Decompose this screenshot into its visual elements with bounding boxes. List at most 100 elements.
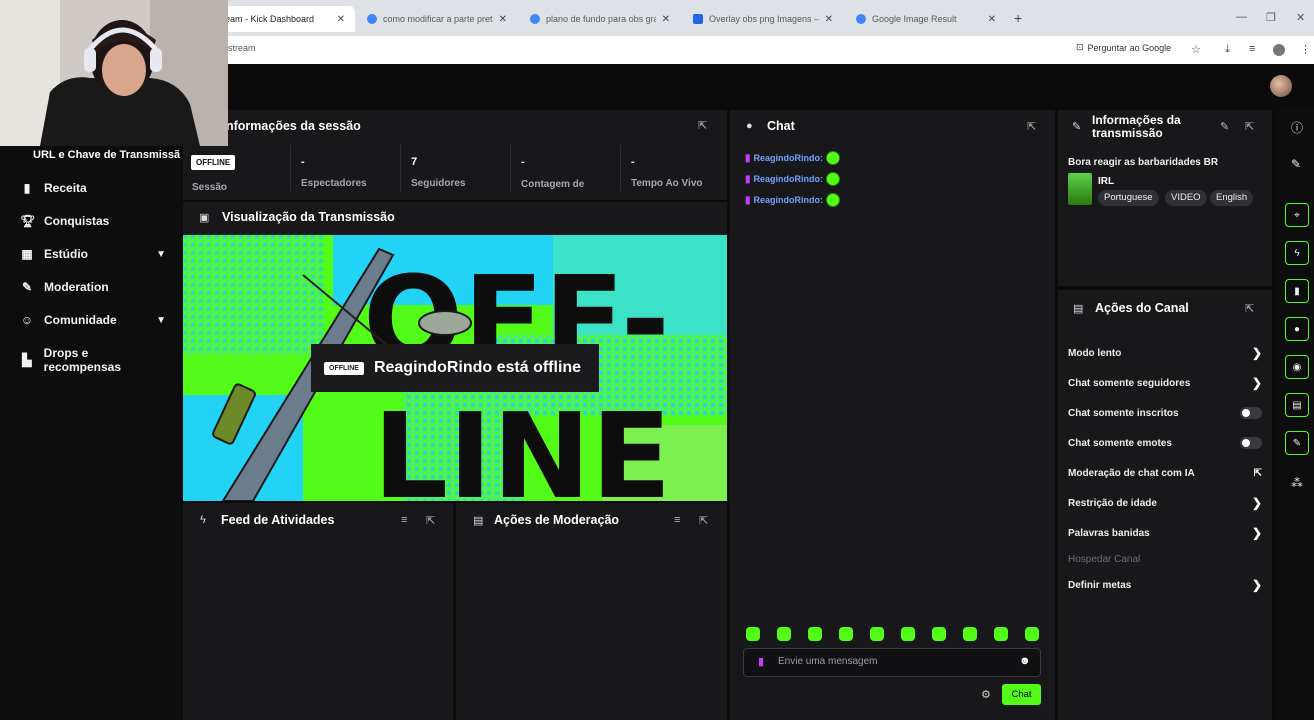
google-icon (530, 14, 540, 24)
emote-icon (826, 151, 841, 165)
info-icon[interactable]: ⓘ (1291, 119, 1303, 136)
new-tab-button[interactable]: + (1014, 10, 1022, 26)
expand-icon[interactable]: ⇱ (699, 514, 708, 527)
divider (510, 145, 511, 191)
chat-username[interactable]: ReagindoRindo: (754, 195, 824, 205)
category-thumbnail[interactable] (1068, 173, 1092, 205)
action-label: Moderação de chat com IA (1068, 467, 1195, 479)
menu-icon[interactable]: ⋮ (1300, 43, 1311, 56)
apps-icon[interactable]: ⁂ (1291, 476, 1303, 490)
broadcast-icon[interactable]: ◉ (1285, 355, 1309, 379)
category-name[interactable]: IRL (1098, 176, 1114, 187)
action-banned-words[interactable]: Palavras banidas ❯ (1068, 524, 1262, 542)
gear-icon[interactable]: ⚙ (981, 688, 991, 701)
session-title: nformações da sessão (226, 119, 361, 133)
close-icon[interactable]: ✕ (337, 14, 345, 25)
sidebar-item-url-key[interactable]: URL e Chave de Transmissã (33, 149, 180, 161)
sidebar-item-label: Drops e recompensas (43, 346, 122, 374)
emote-icon[interactable] (994, 627, 1008, 641)
expand-icon[interactable]: ⇱ (1245, 120, 1254, 133)
google-icon (856, 14, 866, 24)
sidebar-item-receita[interactable]: ▮ Receita (20, 181, 166, 195)
sidebar-item-label: Receita (44, 181, 87, 195)
action-set-goals[interactable]: Definir metas ❯ (1068, 576, 1262, 594)
download-icon[interactable]: ⤓ (1225, 43, 1230, 56)
action-slow-mode[interactable]: Modo lento ❯ (1068, 344, 1262, 362)
document-icon[interactable]: ▮ (1285, 279, 1309, 303)
chat-username[interactable]: ReagindoRindo: (754, 153, 824, 163)
expand-icon[interactable]: ⇱ (1245, 302, 1254, 315)
emote-icon[interactable] (870, 627, 884, 641)
close-window-icon[interactable]: ✕ (1296, 11, 1305, 24)
expand-icon[interactable]: ⇱ (698, 119, 707, 132)
sidebar-item-moderation[interactable]: ✎ Moderation (20, 280, 166, 294)
emote-icon[interactable] (777, 627, 791, 641)
action-label: Palavras banidas (1068, 527, 1150, 539)
emote-icon[interactable] (901, 627, 915, 641)
sidebar-item-label: Estúdio (44, 247, 88, 261)
tab-search-1[interactable]: como modificar a parte preta d ✕ (357, 6, 517, 32)
filter-icon[interactable]: ≡ (401, 514, 407, 526)
chat-bubble-icon[interactable]: ● (1285, 317, 1309, 341)
url-text[interactable]: stream (228, 43, 256, 53)
filter-icon[interactable]: ≡ (674, 514, 680, 526)
emote-icon[interactable] (746, 627, 760, 641)
focus-icon[interactable]: ⌖ (1285, 203, 1309, 227)
gift-icon: ▙ (22, 353, 32, 367)
mic-icon: ▮ (745, 194, 751, 206)
avatar[interactable] (1270, 75, 1292, 97)
expand-icon[interactable]: ⇱ (1027, 120, 1036, 133)
tab-search-2[interactable]: plano de fundo para obs gratis ✕ (520, 6, 680, 32)
emote-icon[interactable] (839, 627, 853, 641)
chevron-right-icon: ❯ (1251, 376, 1262, 390)
toggle-switch[interactable] (1240, 407, 1262, 419)
stat-value-uptime: - (631, 156, 635, 168)
star-icon[interactable]: ☆ (1191, 43, 1201, 56)
tab-overlay-images[interactable]: Overlay obs png Imagens – Do ✕ (683, 6, 843, 32)
wrench-icon[interactable]: ✎ (1285, 431, 1309, 455)
sidebar-item-drops[interactable]: ▙ Drops e recompensas (20, 346, 166, 374)
playlist-icon[interactable]: ≡ (1249, 43, 1255, 55)
emote-icon[interactable] (963, 627, 977, 641)
expand-icon[interactable]: ⇱ (426, 514, 435, 527)
wrench-icon: ✎ (1072, 121, 1082, 133)
chart-icon: ▮ (23, 181, 31, 195)
emoji-icon[interactable]: ☻ (1019, 655, 1031, 667)
mod-tools-icon[interactable]: ▤ (1285, 393, 1309, 417)
minimize-icon[interactable]: — (1236, 11, 1247, 23)
emote-icon[interactable] (808, 627, 822, 641)
bolt-icon[interactable]: ϟ (1285, 241, 1309, 265)
edit-icon[interactable]: ✎ (1220, 120, 1229, 133)
sidebar-item-conquistas[interactable]: 🏆︎ Conquistas (20, 214, 166, 228)
action-followers-only[interactable]: Chat somente seguidores ❯ (1068, 374, 1262, 392)
close-icon[interactable]: ✕ (988, 14, 996, 25)
sidebar-item-comunidade[interactable]: ☺ Comunidade ▼ (20, 313, 166, 327)
emote-icon[interactable] (1025, 627, 1039, 641)
action-host-channel: Hospedar Canal (1068, 550, 1262, 568)
stat-label-session: Sessão (192, 182, 228, 193)
profile-avatar[interactable] (1273, 44, 1285, 56)
ask-google-button[interactable]: ⊡ Perguntar ao Google (1076, 42, 1171, 53)
stat-label-followers: Seguidores (411, 178, 466, 189)
divider (400, 145, 401, 191)
tab-kick-dashboard[interactable]: eam - Kick Dashboard ✕ (215, 6, 355, 32)
edit-icon[interactable]: ✎ (1291, 157, 1301, 171)
maximize-icon[interactable]: ❐ (1266, 11, 1276, 24)
lens-icon: ⊡ (1076, 42, 1084, 52)
action-age-restriction[interactable]: Restrição de idade ❯ (1068, 494, 1262, 512)
toggle-switch[interactable] (1240, 437, 1262, 449)
sidebar-item-estudio[interactable]: ▦ Estúdio ▼ (20, 247, 166, 261)
action-ai-moderation[interactable]: Moderação de chat com IA ⇱ (1068, 464, 1262, 482)
stat-label-viewers: Espectadores (301, 178, 367, 189)
chat-send-button[interactable]: Chat (1002, 684, 1041, 705)
offline-overlay: OFFLINE ReagindoRindo está offline (311, 344, 599, 392)
bolt-icon: ϟ (200, 514, 206, 526)
chat-username[interactable]: ReagindoRindo: (754, 174, 824, 184)
chat-input[interactable] (778, 656, 998, 667)
close-icon[interactable]: ✕ (825, 14, 833, 25)
close-icon[interactable]: ✕ (662, 14, 670, 25)
tab-google-image[interactable]: Google Image Result ✕ (846, 6, 1006, 32)
chat-message: ▮ ReagindoRindo: (745, 172, 841, 186)
close-icon[interactable]: ✕ (499, 14, 507, 25)
emote-icon[interactable] (932, 627, 946, 641)
